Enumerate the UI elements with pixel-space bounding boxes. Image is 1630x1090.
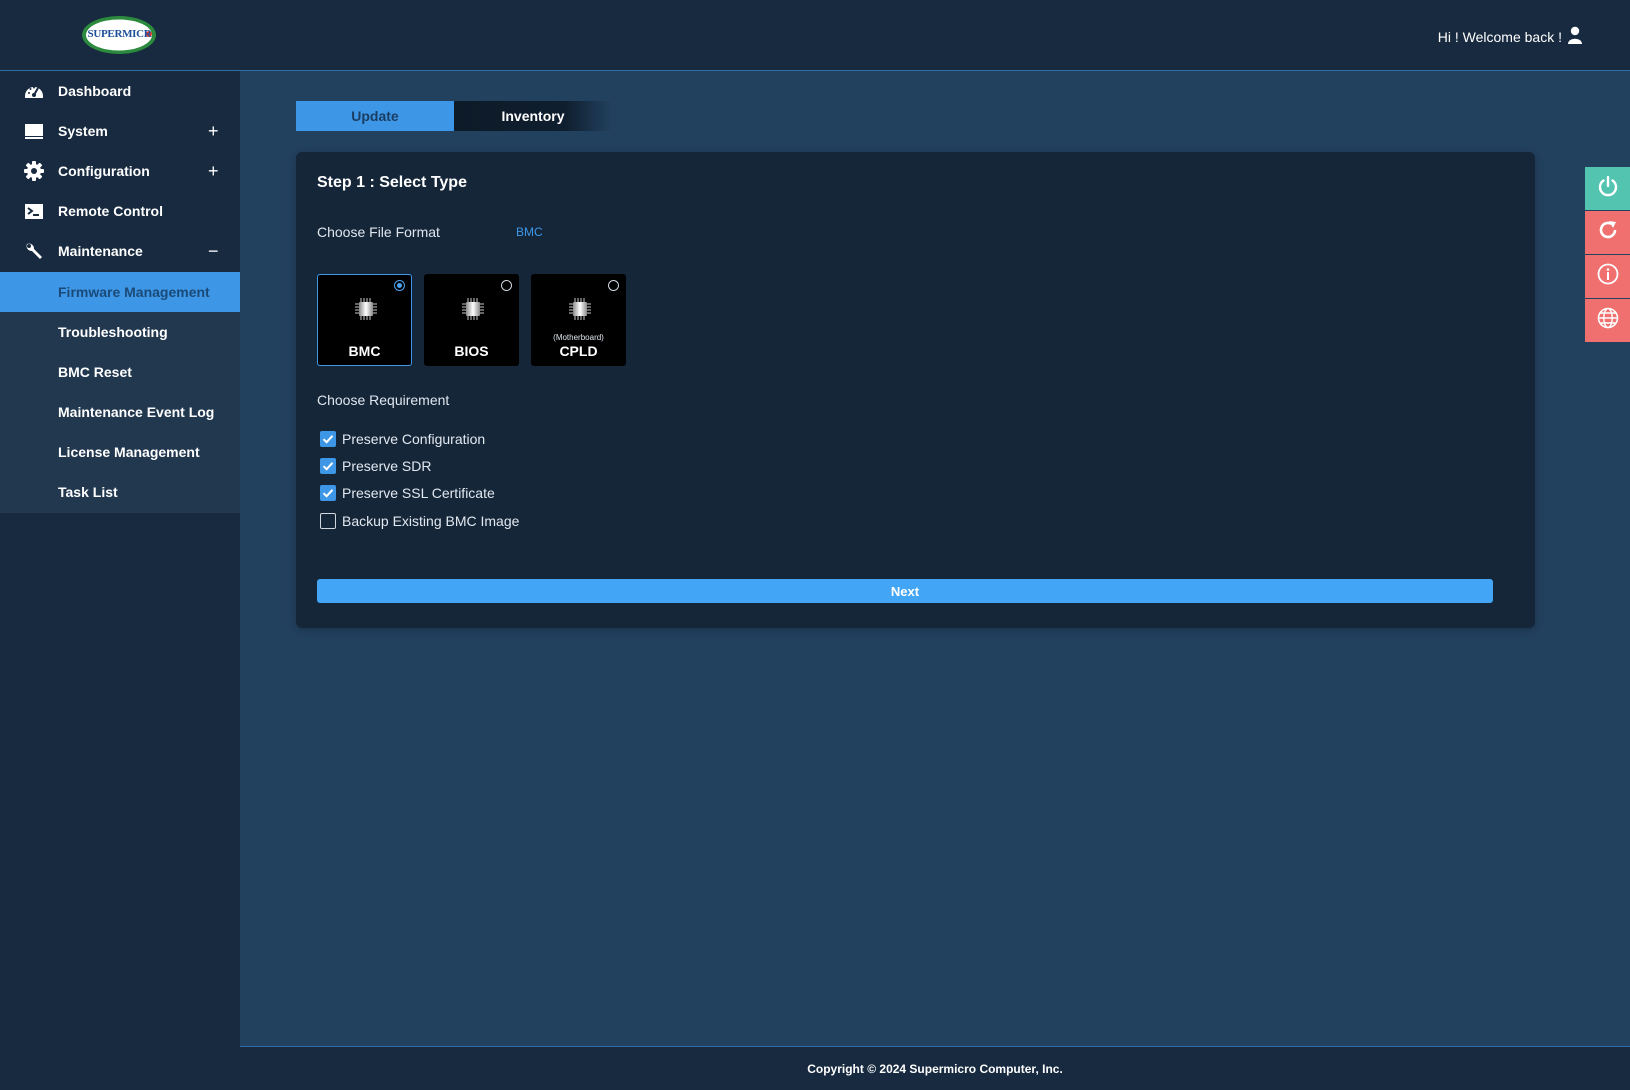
checkbox-label: Preserve SSL Certificate [342,485,495,501]
tab-inventory[interactable]: Inventory [454,101,612,131]
next-button[interactable]: Next [317,579,1493,603]
sidebar-item-system[interactable]: System + [0,111,240,151]
maintenance-submenu: Firmware Management Troubleshooting BMC … [0,272,240,513]
submenu-item-label: License Management [58,444,200,460]
monitor-icon [24,121,44,141]
checkbox-preserve-configuration[interactable]: Preserve Configuration [320,430,485,448]
type-label: CPLD [559,343,598,359]
chip-icon [461,297,485,321]
expand-icon[interactable]: + [208,161,219,182]
wrench-icon [24,241,44,261]
checkbox-preserve-ssl-certificate[interactable]: Preserve SSL Certificate [320,484,495,502]
welcome-text: Hi ! Welcome back ! [1437,28,1562,45]
terminal-icon [24,201,44,221]
chip-icon [354,297,378,321]
copyright-text: Copyright © 2024 Supermicro Computer, In… [807,1061,1063,1076]
side-action-bar [1585,167,1630,343]
submenu-item-label: BMC Reset [58,364,132,380]
firmware-tabs: Update Inventory [296,101,612,131]
select-type-card: Step 1 : Select Type Choose File Format … [296,152,1535,628]
checkbox-preserve-sdr[interactable]: Preserve SDR [320,457,431,475]
power-button[interactable] [1585,167,1630,210]
checkbox-label: Preserve SDR [342,458,432,474]
checkbox-checked[interactable] [320,431,336,447]
dashboard-icon [24,81,44,101]
sidebar-item-troubleshooting[interactable]: Troubleshooting [0,312,240,352]
sidebar-item-task-list[interactable]: Task List [0,472,240,512]
checkbox-backup-existing-bmc-image[interactable]: Backup Existing BMC Image [320,512,519,530]
requirement-label: Choose Requirement [317,392,450,408]
checkbox-unchecked[interactable] [320,513,336,529]
sidebar-item-dashboard[interactable]: Dashboard [0,71,240,111]
gear-icon [24,161,44,181]
submenu-item-label: Maintenance Event Log [58,404,215,420]
sidebar-item-label: Remote Control [58,203,163,219]
type-option-bmc[interactable]: BMC [317,274,412,366]
globe-icon [1596,306,1620,335]
refresh-icon [1596,218,1620,247]
sidebar-item-firmware-management[interactable]: Firmware Management [0,272,240,312]
sidebar-item-maintenance[interactable]: Maintenance − [0,231,240,271]
step-title: Step 1 : Select Type [317,174,467,191]
sidebar-item-bmc-reset[interactable]: BMC Reset [0,352,240,392]
collapse-icon[interactable]: − [208,241,219,262]
type-label: BIOS [454,343,489,359]
user-icon[interactable] [1568,26,1582,47]
expand-icon[interactable]: + [208,121,219,142]
top-bar: SUPERMICR Hi ! Welcome back ! [0,0,1630,71]
sidebar-item-license-management[interactable]: License Management [0,432,240,472]
tab-update[interactable]: Update [296,101,454,131]
sidebar: Dashboard System + Configuration + Remot… [0,71,240,1090]
file-format-label: Choose File Format [317,224,440,240]
info-button[interactable] [1585,255,1630,298]
power-icon [1596,174,1620,203]
file-format-value: BMC [516,225,543,239]
sidebar-item-label: Maintenance [58,243,143,259]
sidebar-item-maintenance-event-log[interactable]: Maintenance Event Log [0,392,240,432]
language-button[interactable] [1585,299,1630,342]
sidebar-item-label: Configuration [58,163,150,179]
sidebar-item-label: Dashboard [58,83,132,99]
radio-button[interactable] [608,280,619,291]
checkbox-checked[interactable] [320,458,336,474]
submenu-item-label: Firmware Management [58,284,210,300]
refresh-button[interactable] [1585,211,1630,254]
type-option-bios[interactable]: BIOS [424,274,519,366]
radio-button[interactable] [501,280,512,291]
welcome-message[interactable]: Hi ! Welcome back ! [1438,26,1582,47]
submenu-item-label: Troubleshooting [58,324,168,340]
chip-icon [568,297,592,321]
checkbox-label: Backup Existing BMC Image [342,513,520,529]
sidebar-item-configuration[interactable]: Configuration + [0,151,240,191]
type-option-cpld[interactable]: (Motherboard) CPLD [531,274,626,366]
sidebar-item-label: System [58,123,108,139]
sidebar-item-remote-control[interactable]: Remote Control [0,191,240,231]
logo-text: SUPERMICR [87,28,152,40]
type-sublabel: (Motherboard) [553,333,604,342]
type-label: BMC [348,343,381,359]
radio-button[interactable] [394,280,405,291]
footer: Copyright © 2024 Supermicro Computer, In… [240,1047,1630,1090]
checkbox-label: Preserve Configuration [342,431,486,447]
submenu-item-label: Task List [58,484,118,500]
info-icon [1596,262,1620,291]
supermicro-logo[interactable]: SUPERMICR [81,15,158,55]
checkbox-checked[interactable] [320,485,336,501]
